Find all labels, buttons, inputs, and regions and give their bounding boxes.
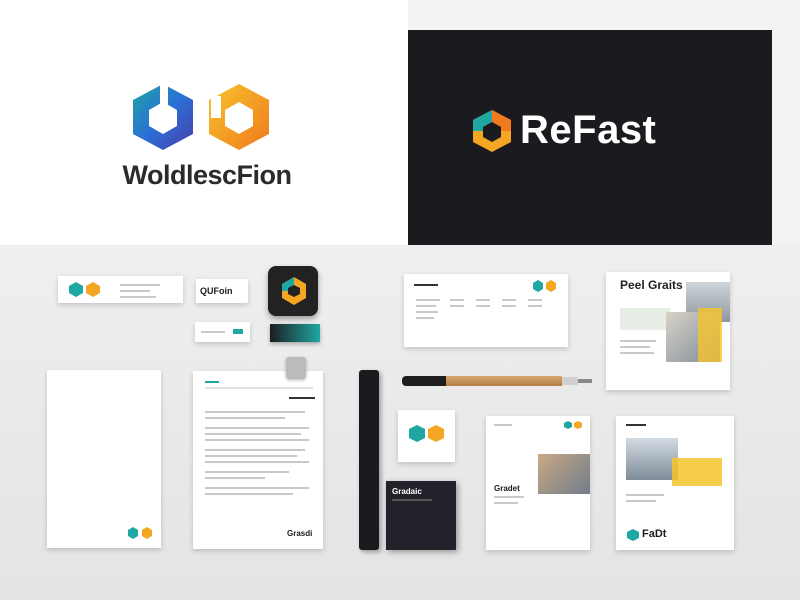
card-accent — [233, 329, 243, 334]
envelope — [404, 274, 568, 347]
letterhead: Grasdi — [193, 371, 323, 549]
hexagon-icon-orange — [209, 84, 269, 150]
city-photo — [626, 438, 678, 480]
sticky-note — [398, 410, 455, 462]
hexagon-icon-pair-small — [128, 527, 152, 539]
report-accent — [698, 308, 722, 362]
badge-square — [268, 266, 318, 316]
dark-pen-case — [359, 370, 379, 550]
brochure-page-2: FaDt — [616, 416, 734, 550]
business-card-small — [195, 322, 250, 342]
report-cover: Peel Graits — [606, 272, 730, 390]
business-card-label: QUFoin — [196, 279, 248, 303]
card-label: QUFoin — [200, 286, 233, 296]
folder-cover — [47, 370, 161, 548]
brochure-title: Gradet — [494, 484, 520, 493]
hexagon-icon-teal — [133, 84, 193, 150]
hexagon-icon — [282, 277, 306, 305]
hexagon-icon-pair-small — [564, 421, 582, 429]
notebook-heading: Gradaic — [392, 487, 422, 496]
brochure-photo — [538, 454, 590, 494]
business-card-dark — [270, 324, 320, 342]
hexagon-icon-pair-small — [533, 280, 556, 292]
brochure-label: FaDt — [642, 528, 667, 540]
pen — [402, 375, 592, 387]
wordmark-light: WoldlescFion — [122, 160, 292, 190]
hexagon-icon-pair-small — [409, 425, 444, 442]
binder-clip — [286, 357, 306, 379]
hexagon-icon — [627, 529, 639, 541]
business-card-long — [58, 276, 183, 303]
brochure-page-1: Gradet — [486, 416, 590, 550]
right-strip — [772, 0, 800, 245]
dark-notebook: Gradaic — [386, 481, 456, 550]
hexagon-icon-pair-small — [69, 282, 100, 297]
report-heading: Peel Graits — [620, 278, 683, 292]
report-text-block — [620, 308, 670, 330]
brochure-accent — [672, 458, 722, 486]
hexagon-logo-pair — [133, 84, 269, 150]
top-strip — [408, 0, 772, 30]
refast-logo-icon — [473, 110, 511, 152]
wordmark-dark: ReFast — [520, 108, 657, 152]
letterhead-footer: Grasdi — [287, 529, 313, 538]
